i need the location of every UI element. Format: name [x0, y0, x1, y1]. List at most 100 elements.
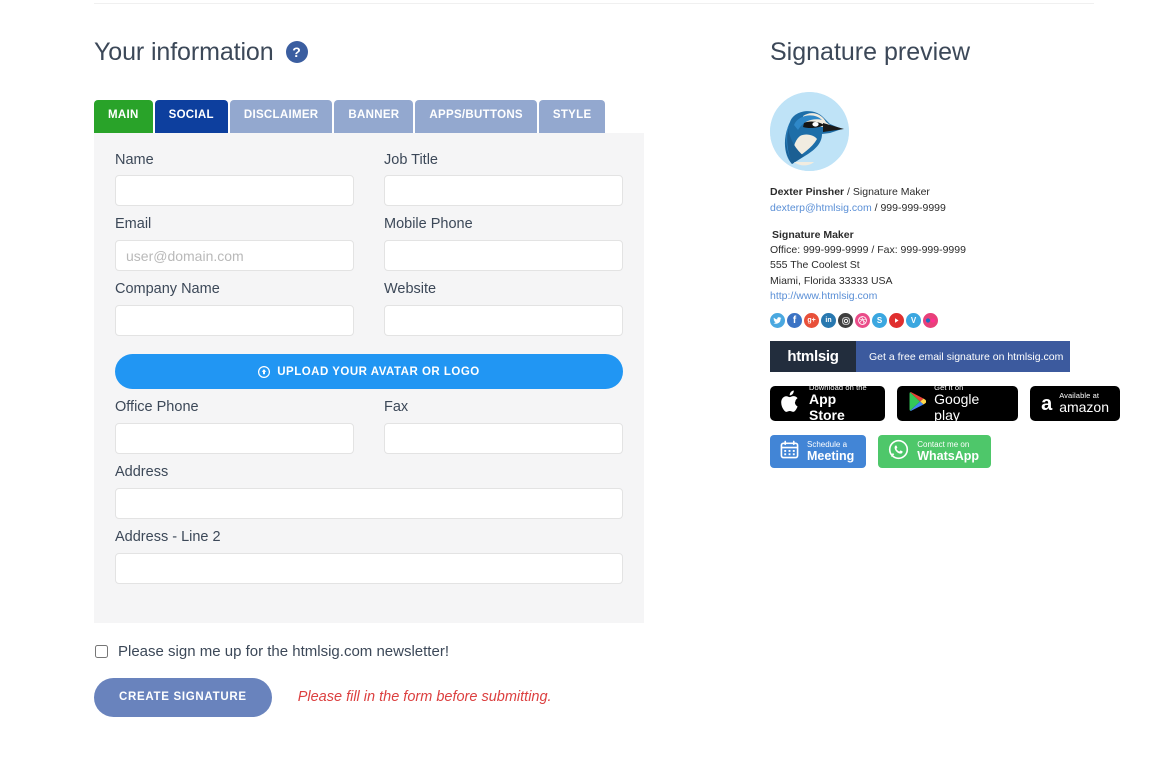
signature-text-block: Dexter Pinsher / Signature Maker dexterp…	[770, 185, 1120, 304]
tab-main[interactable]: MAIN	[94, 100, 153, 133]
dribbble-icon[interactable]	[855, 313, 870, 329]
signature-office-fax: Office: 999-999-9999 / Fax: 999-999-9999	[770, 244, 966, 257]
field-company-name: Company Name	[115, 280, 354, 337]
field-job-title: Job Title	[384, 151, 623, 207]
google-play-icon	[908, 391, 927, 417]
signature-name-role: Dexter Pinsher / Signature Maker	[770, 185, 1120, 201]
address-line2-label: Address - Line 2	[115, 528, 221, 545]
upload-avatar-button[interactable]: UPLOAD YOUR AVATAR OR LOGO	[115, 354, 623, 390]
signature-street: 555 The Coolest St	[770, 259, 860, 272]
address-label: Address	[115, 463, 169, 480]
newsletter-label: Please sign me up for the htmlsig.com ne…	[118, 642, 449, 660]
app-store-badge[interactable]: Download on the App Store	[770, 383, 886, 423]
whatsapp-text: Contact me on WhatsApp	[917, 440, 979, 464]
upload-circle-icon	[258, 365, 271, 378]
youtube-icon[interactable]	[889, 313, 904, 329]
schedule-meeting-text: Schedule a Meeting	[807, 440, 854, 464]
form-panel: Name Job Title Email Mobile Phone Compan…	[94, 132, 644, 623]
fax-input[interactable]	[384, 422, 623, 454]
whatsapp-icon	[888, 439, 909, 465]
signature-phone: 999-999-9999	[880, 201, 946, 214]
whatsapp-main: WhatsApp	[917, 449, 980, 464]
row-email-mobile: Email Mobile Phone	[115, 215, 623, 280]
blue-jay-bird-avatar	[770, 92, 849, 171]
tab-apps-buttons[interactable]: APPS/BUTTONS	[415, 100, 537, 133]
google-play-main: Google play	[934, 391, 980, 423]
schedule-meeting-button[interactable]: Schedule a Meeting	[770, 435, 867, 469]
upload-avatar-button-label: UPLOAD YOUR AVATAR OR LOGO	[277, 365, 480, 378]
action-buttons-row: Schedule a Meeting Contact me on WhatsAp…	[770, 435, 1120, 469]
signature-name-separator: /	[844, 186, 853, 198]
field-name: Name	[115, 151, 354, 207]
schedule-meeting-main: Meeting	[807, 449, 855, 464]
google-play-badge[interactable]: Get it on Google play	[897, 383, 1019, 423]
vimeo-icon[interactable]: V	[906, 313, 921, 329]
submit-row: CREATE SIGNATURE Please fill in the form…	[94, 677, 654, 717]
tab-social[interactable]: SOCIAL	[154, 100, 228, 133]
email-input[interactable]	[115, 240, 354, 272]
signature-preview-section: Signature preview Dexter Pinsher / Signa…	[770, 30, 1120, 469]
field-address-line2: Address - Line 2	[115, 528, 623, 584]
email-label: Email	[115, 216, 152, 233]
calendar-icon	[780, 440, 799, 464]
question-mark-icon[interactable]: ?	[285, 41, 308, 63]
newsletter-checkbox[interactable]	[95, 644, 108, 658]
amazon-icon: a	[1041, 392, 1053, 415]
skype-icon[interactable]: S	[872, 313, 887, 329]
signature-person-name: Dexter Pinsher	[770, 186, 845, 198]
office-phone-input[interactable]	[115, 422, 354, 454]
tab-disclaimer[interactable]: DISCLAIMER	[229, 100, 333, 133]
field-website: Website	[384, 280, 623, 337]
row-company-website: Company Name Website	[115, 280, 623, 345]
signature-company-name: Signature Maker	[772, 228, 854, 241]
google-plus-icon[interactable]: g+	[804, 313, 819, 329]
address-line2-input[interactable]	[115, 552, 623, 584]
website-label: Website	[384, 281, 437, 298]
signature-person-role: Signature Maker	[852, 186, 930, 198]
app-store-main: App Store	[809, 391, 845, 423]
store-badges-row: Download on the App Store Get it on Goog…	[770, 383, 1120, 423]
whatsapp-sub: Contact me on	[917, 439, 970, 449]
company-name-input[interactable]	[115, 305, 354, 337]
banner-brand: htmlsig	[770, 341, 856, 373]
address-input[interactable]	[115, 487, 623, 519]
form-error-message: Please fill in the form before submittin…	[297, 689, 552, 706]
website-input[interactable]	[384, 305, 623, 337]
field-address: Address	[115, 463, 623, 519]
name-input[interactable]	[115, 175, 354, 207]
company-name-label: Company Name	[115, 281, 220, 298]
facebook-icon[interactable]: f	[787, 313, 802, 329]
amazon-main: amazon	[1059, 399, 1109, 416]
mobile-phone-label: Mobile Phone	[384, 216, 473, 233]
schedule-meeting-sub: Schedule a	[807, 439, 848, 449]
page-title: Your information	[94, 37, 274, 66]
htmlsig-banner[interactable]: htmlsig Get a free email signature on ht…	[770, 341, 1070, 373]
amazon-text: Available at amazon	[1059, 391, 1109, 416]
twitter-icon[interactable]	[770, 313, 785, 329]
signature-website-link[interactable]: http://www.htmlsig.com	[770, 289, 1120, 304]
instagram-icon[interactable]	[838, 313, 853, 329]
field-fax: Fax	[384, 398, 623, 454]
row-name-jobtitle: Name Job Title	[115, 151, 623, 216]
whatsapp-button[interactable]: Contact me on WhatsApp	[878, 435, 992, 469]
tab-style[interactable]: STYLE	[538, 100, 606, 133]
linkedin-icon[interactable]: in	[821, 313, 836, 329]
create-signature-button[interactable]: CREATE SIGNATURE	[94, 677, 272, 717]
your-information-section: Your information ? MAIN SOCIAL DISCLAIME…	[94, 30, 654, 717]
top-divider	[94, 3, 1094, 4]
signature-email-link[interactable]: dexterp@htmlsig.com	[770, 202, 872, 214]
fax-label: Fax	[384, 399, 409, 416]
job-title-input[interactable]	[384, 175, 623, 207]
tab-bar: MAIN SOCIAL DISCLAIMER BANNER APPS/BUTTO…	[94, 100, 654, 133]
field-mobile-phone: Mobile Phone	[384, 215, 623, 272]
tab-banner[interactable]: BANNER	[334, 100, 414, 133]
apple-icon	[781, 389, 802, 419]
amazon-badge[interactable]: a Available at amazon	[1030, 386, 1120, 422]
mobile-phone-input[interactable]	[384, 240, 623, 272]
signature-preview-title: Signature preview	[770, 37, 971, 66]
banner-message: Get a free email signature on htmlsig.co…	[856, 341, 1070, 373]
flickr-icon[interactable]	[923, 313, 938, 329]
signature-city-state-zip: Miami, Florida 33333 USA	[770, 274, 893, 287]
social-icons-row: f g+ in S V	[770, 313, 1120, 329]
office-phone-label: Office Phone	[115, 399, 199, 416]
